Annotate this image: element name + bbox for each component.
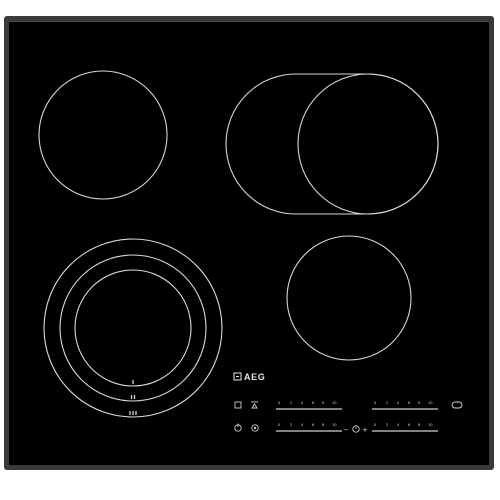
brand-name: AEG [244,372,265,382]
hob-glass [9,21,489,465]
timer-plus-button[interactable]: + [362,426,368,434]
scale-10: 10 [428,423,433,427]
scale-10: 10 [332,423,337,427]
scale-2: 2 [290,401,292,405]
scale-10: 10 [428,401,433,405]
brand-logo: AEG [233,372,265,382]
scale-2: 2 [386,423,388,427]
ceramic-hob: AEG 0 2 4 6 8 10 0 2 4 6 8 10 0 2 4 6 8 … [4,16,494,470]
scale-10: 10 [332,401,337,405]
timer-minus-button[interactable]: − [343,426,349,434]
scale-2: 2 [386,401,388,405]
scale-2: 2 [290,423,292,427]
